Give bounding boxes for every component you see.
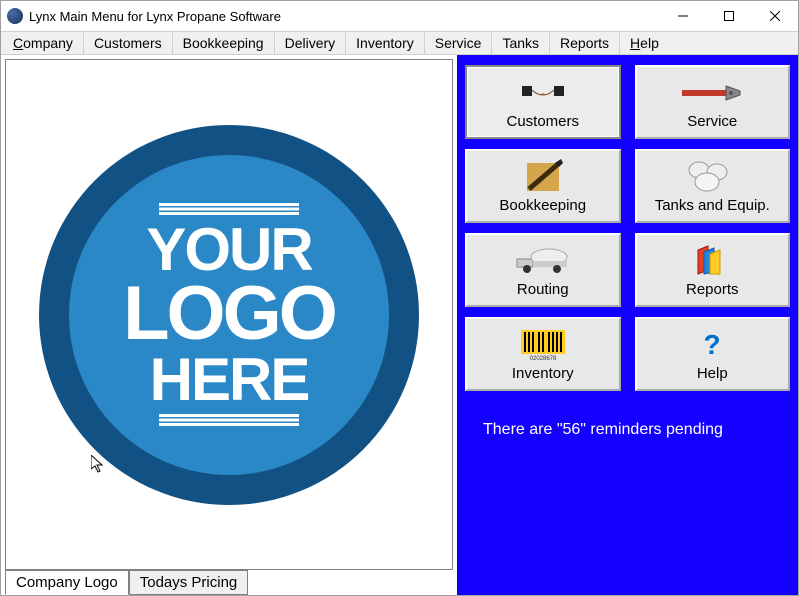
reminders-status: There are "56" reminders pending [465,421,790,439]
right-pane: Customers Service [457,55,798,595]
help-button[interactable]: ? Help [635,317,791,391]
logo-text-3: HERE [150,351,309,408]
content: YOUR LOGO HERE Company Logo Todays Prici… [1,55,798,595]
books-icon [694,243,730,279]
maximize-button[interactable] [706,1,752,31]
tanks-icon [687,159,737,195]
menubar: Company Customers Bookkeeping Delivery I… [1,31,798,55]
handshake-icon [520,75,566,111]
bookkeeping-button[interactable]: Bookkeeping [465,149,621,223]
menu-bookkeeping[interactable]: Bookkeeping [173,32,275,54]
reports-button[interactable]: Reports [635,233,791,307]
barcode-icon: 02028678 [521,327,565,363]
tab-company-logo[interactable]: Company Logo [5,570,129,595]
tanks-button[interactable]: Tanks and Equip. [635,149,791,223]
service-button[interactable]: Service [635,65,791,139]
customers-button[interactable]: Customers [465,65,621,139]
question-icon: ? [702,327,722,363]
button-label: Tanks and Equip. [655,197,770,214]
wrench-icon [682,75,742,111]
app-icon [7,8,23,24]
menu-reports[interactable]: Reports [550,32,620,54]
logo-placeholder: YOUR LOGO HERE [39,125,419,505]
window-controls [660,1,798,31]
menu-help[interactable]: Help [620,32,669,54]
menu-service[interactable]: Service [425,32,493,54]
button-label: Routing [517,281,569,298]
window-title: Lynx Main Menu for Lynx Propane Software [29,9,660,24]
button-label: Customers [506,113,579,130]
svg-text:?: ? [704,330,721,360]
logo-text-2: LOGO [123,278,335,350]
logo-frame: YOUR LOGO HERE [5,59,453,570]
inventory-button[interactable]: 02028678 Inventory [465,317,621,391]
button-label: Inventory [512,365,574,382]
truck-icon [515,243,571,279]
menu-tanks[interactable]: Tanks [492,32,550,54]
close-button[interactable] [752,1,798,31]
logo-text-1: YOUR [146,221,311,278]
button-label: Bookkeeping [499,197,586,214]
quick-button-grid: Customers Service [465,65,790,391]
button-label: Reports [686,281,739,298]
titlebar: Lynx Main Menu for Lynx Propane Software [1,1,798,31]
menu-inventory[interactable]: Inventory [346,32,425,54]
routing-button[interactable]: Routing [465,233,621,307]
minimize-button[interactable] [660,1,706,31]
menu-company[interactable]: Company [3,32,84,54]
svg-text:02028678: 02028678 [529,356,556,360]
tab-todays-pricing[interactable]: Todays Pricing [129,570,249,595]
button-label: Service [687,113,737,130]
button-label: Help [697,365,728,382]
tabs: Company Logo Todays Pricing [5,570,453,595]
pen-icon [523,159,563,195]
menu-customers[interactable]: Customers [84,32,173,54]
left-pane: YOUR LOGO HERE Company Logo Todays Prici… [1,55,457,595]
reminders-count: 56 [563,421,581,438]
menu-delivery[interactable]: Delivery [275,32,347,54]
